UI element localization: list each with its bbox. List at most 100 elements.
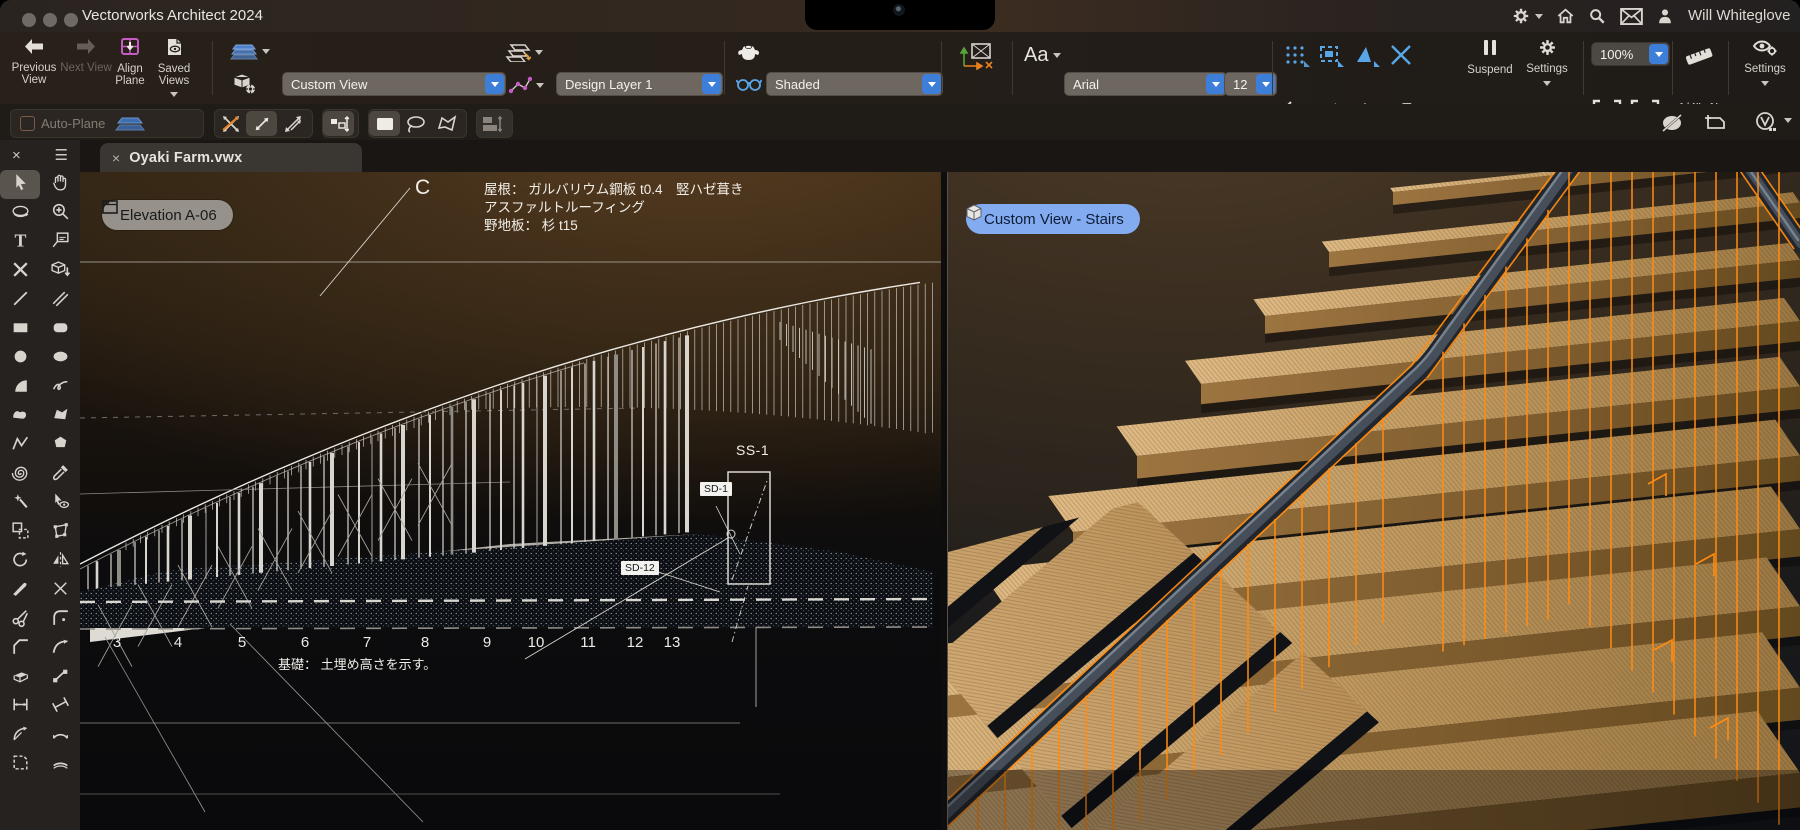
- previous-view-button[interactable]: Previous View: [8, 38, 60, 86]
- tool-rounded-rectangle-button[interactable]: [40, 315, 80, 344]
- hide-details-icon[interactable]: [1660, 114, 1684, 132]
- user-icon[interactable]: [1656, 6, 1674, 26]
- tool-angular-dimension-button[interactable]: [40, 692, 80, 721]
- tool-chamfer-button[interactable]: [0, 634, 40, 663]
- tool-text-button[interactable]: T: [0, 228, 40, 257]
- tool-clip-button[interactable]: [0, 750, 40, 779]
- elevation-badge[interactable]: Elevation A-06: [102, 200, 233, 230]
- app-gear-icon[interactable]: [1512, 6, 1543, 26]
- traffic-light-zoom[interactable]: [64, 13, 78, 27]
- scaling-disabled-button[interactable]: [215, 111, 246, 136]
- tool-split-button[interactable]: [0, 605, 40, 634]
- custom-view-badge[interactable]: Custom View - Stairs: [966, 204, 1140, 234]
- render-mode-dropdown[interactable]: Shaded: [766, 72, 943, 96]
- snap-grid-icon[interactable]: [1284, 44, 1310, 68]
- palette-close-icon[interactable]: ×: [12, 147, 21, 164]
- tool-reshape-button[interactable]: [40, 518, 80, 547]
- tool-zoom-button[interactable]: [40, 199, 80, 228]
- traffic-light-minimize[interactable]: [43, 13, 57, 27]
- tool-arc-button[interactable]: [0, 373, 40, 402]
- suspend-snapping-button[interactable]: Suspend: [1462, 38, 1518, 76]
- plan-rotation-icon[interactable]: [956, 40, 996, 70]
- tool-polygon-button[interactable]: [0, 402, 40, 431]
- tool-circle-button[interactable]: [0, 344, 40, 373]
- tool-flyover-button[interactable]: [0, 199, 40, 228]
- tool-arc-dimension-button[interactable]: [40, 721, 80, 750]
- search-icon[interactable]: [1588, 6, 1606, 26]
- snap-intersection-icon[interactable]: [1390, 44, 1412, 66]
- tool-eyedropper-button[interactable]: [40, 460, 80, 489]
- scaling-multi-button[interactable]: [277, 111, 308, 136]
- view-settings-button[interactable]: Settings: [1738, 38, 1792, 89]
- tool-open-polyline-button[interactable]: [0, 431, 40, 460]
- tool-fillet-button[interactable]: [40, 605, 80, 634]
- tool-trim-button[interactable]: [40, 576, 80, 605]
- home-icon[interactable]: [1556, 6, 1575, 26]
- font-aa-icon[interactable]: Aa: [1024, 44, 1061, 67]
- tool-select-similar-button[interactable]: [40, 489, 80, 518]
- lasso-select-button[interactable]: [400, 111, 431, 136]
- add-viewport-icon[interactable]: [1702, 114, 1728, 132]
- tool-pan-button[interactable]: [40, 170, 80, 199]
- cloud-chevron-icon[interactable]: [1784, 118, 1792, 123]
- auto-plane-group[interactable]: Auto-Plane: [10, 109, 204, 138]
- auto-plane-checkbox[interactable]: [20, 116, 35, 131]
- tool-delete-button[interactable]: [0, 257, 40, 286]
- polygon-select-button[interactable]: [431, 111, 462, 136]
- traffic-light-close[interactable]: [22, 13, 36, 27]
- render-style-glasses-icon[interactable]: [736, 76, 762, 92]
- projection-cube-icon[interactable]: [233, 73, 257, 95]
- tool-freehand-button[interactable]: [40, 373, 80, 402]
- tool-double-line-button[interactable]: [40, 286, 80, 315]
- elevation-viewport[interactable]: Elevation A-06 C 屋根： ガルバリウム鋼板 t0.4 竪ハゼ葺き…: [80, 172, 941, 830]
- tool-transform-button[interactable]: [0, 518, 40, 547]
- user-name[interactable]: Will Whiteglove: [1688, 7, 1791, 24]
- tool-polyline-button[interactable]: [40, 402, 80, 431]
- tool-fillet-arc-button[interactable]: [40, 634, 80, 663]
- view-dropdown[interactable]: Custom View: [282, 72, 506, 96]
- drawing-canvas[interactable]: Elevation A-06 C 屋根： ガルバリウム鋼板 t0.4 竪ハゼ葺き…: [80, 172, 1800, 830]
- mail-icon[interactable]: [1620, 6, 1643, 26]
- palette-menu-icon[interactable]: ☰: [55, 146, 68, 164]
- scaling-single-button[interactable]: [246, 111, 277, 136]
- tool-knife-button[interactable]: [0, 576, 40, 605]
- document-tab[interactable]: × Oyaki Farm.vwx: [100, 143, 362, 172]
- vectorworks-cloud-icon[interactable]: [1754, 112, 1778, 134]
- tool-rectangle-button[interactable]: [0, 315, 40, 344]
- tool-rotate-button[interactable]: [0, 547, 40, 576]
- saved-views-button[interactable]: Saved Views: [148, 38, 200, 100]
- tool-mirror-button[interactable]: [40, 547, 80, 576]
- layers-icon[interactable]: [505, 42, 543, 62]
- marquee-select-button[interactable]: [369, 111, 400, 136]
- scale-ruler-icon[interactable]: [1682, 44, 1716, 68]
- stairs-3d-viewport[interactable]: Custom View - Stairs: [948, 172, 1800, 830]
- tab-close-icon[interactable]: ×: [112, 150, 120, 166]
- tool-magic-wand-button[interactable]: [0, 489, 40, 518]
- tool-extrude-face-button[interactable]: [0, 663, 40, 692]
- class-network-icon[interactable]: [507, 75, 544, 95]
- layer-dropdown[interactable]: Design Layer 1: [556, 72, 723, 96]
- tool-ellipse-button[interactable]: [40, 344, 80, 373]
- font-size-dropdown[interactable]: 12: [1224, 72, 1277, 96]
- tool-line-button[interactable]: [0, 286, 40, 315]
- zoom-dropdown[interactable]: 100%: [1591, 42, 1670, 66]
- unified-view-button[interactable]: [477, 111, 508, 136]
- tool-linear-dimension-button[interactable]: [0, 692, 40, 721]
- tool-push-pull-button[interactable]: [40, 257, 80, 286]
- render-teapot-icon[interactable]: [736, 42, 762, 62]
- tool-connect-button[interactable]: [40, 663, 80, 692]
- eyedropper-icon: [50, 462, 71, 488]
- font-family-dropdown[interactable]: Arial: [1064, 72, 1227, 96]
- tool-section-line-button[interactable]: [40, 750, 80, 779]
- snap-angle-icon[interactable]: [1354, 44, 1380, 68]
- tool-regular-polygon-button[interactable]: [40, 431, 80, 460]
- tool-radial-dimension-button[interactable]: [0, 721, 40, 750]
- snap-object-icon[interactable]: [1318, 44, 1344, 68]
- view-planes-icon[interactable]: [230, 42, 270, 60]
- tool-selection-button[interactable]: [0, 170, 40, 199]
- snapping-settings-button[interactable]: Settings: [1522, 38, 1572, 89]
- tool-callout-button[interactable]: [40, 228, 80, 257]
- tool-spiral-button[interactable]: [0, 460, 40, 489]
- viewport-divider[interactable]: [941, 172, 948, 830]
- move-by-points-button[interactable]: [323, 111, 354, 136]
